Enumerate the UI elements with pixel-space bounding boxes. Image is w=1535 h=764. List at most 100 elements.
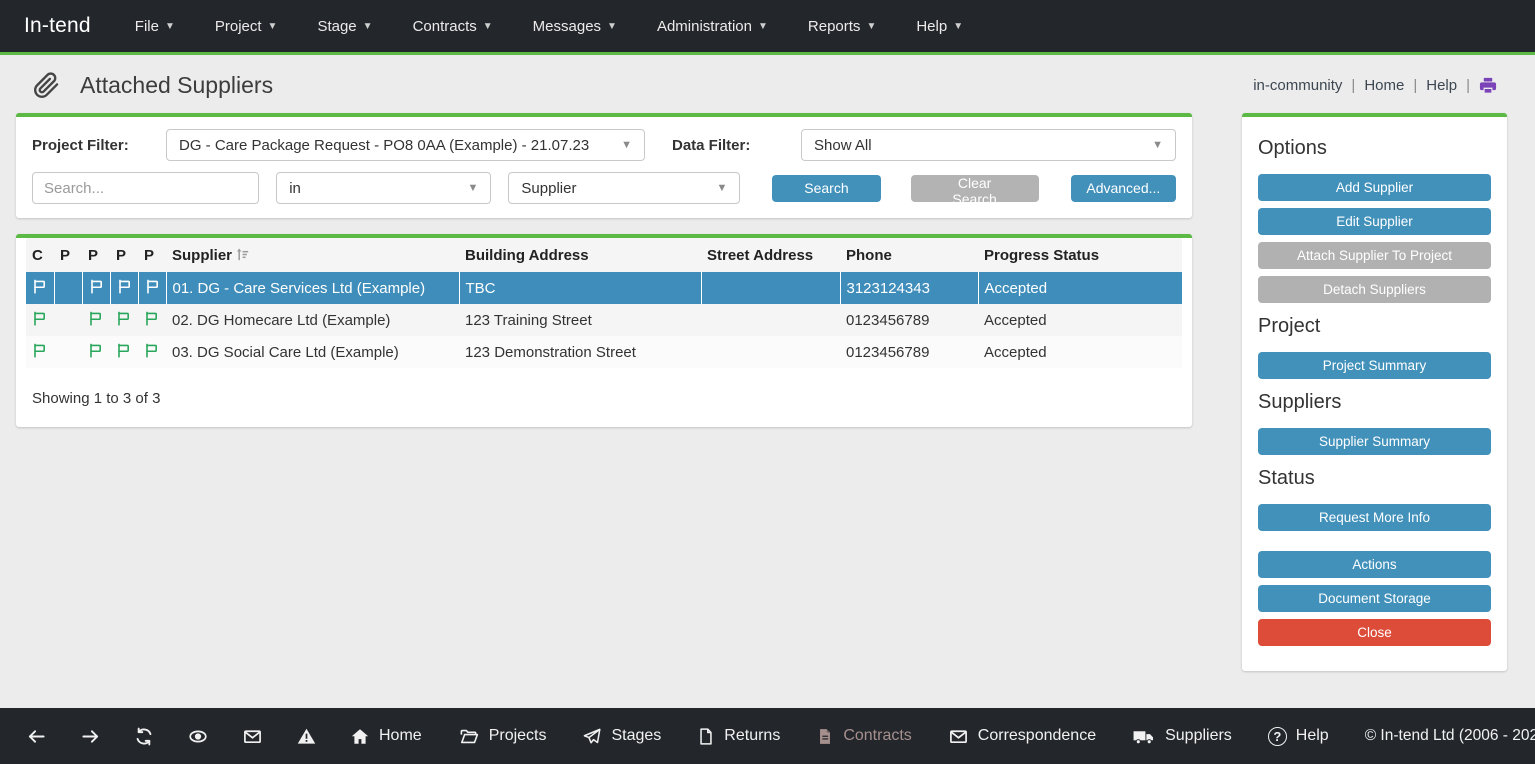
col-header-p3[interactable]: P [110, 238, 138, 272]
flag-icon[interactable] [144, 343, 159, 358]
table-row-supplier-3[interactable]: 03. DG Social Care Ltd (Example) 123 Dem… [26, 336, 1182, 368]
menu-contracts[interactable]: Contracts▼ [413, 18, 493, 35]
cell-phone: 3123124343 [840, 272, 978, 304]
cell-street-address [701, 272, 840, 304]
breadcrumb-site-link[interactable]: in-community [1253, 77, 1342, 94]
suppliers-table-panel: C P P P P Supplier Building Address Stre… [16, 234, 1192, 427]
clear-search-button[interactable]: Clear Search [911, 175, 1039, 202]
col-header-p4[interactable]: P [138, 238, 166, 272]
flag-icon[interactable] [88, 343, 103, 358]
footer-nav-stages[interactable]: Stages [582, 727, 661, 746]
footer-nav-home[interactable]: Home [350, 727, 422, 746]
add-supplier-button[interactable]: Add Supplier [1258, 174, 1491, 201]
flag-icon[interactable] [144, 311, 159, 326]
table-row-supplier-2[interactable]: 02. DG Homecare Ltd (Example) 123 Traini… [26, 304, 1182, 336]
paper-plane-icon [582, 727, 602, 746]
flag-icon[interactable] [32, 311, 47, 326]
refresh-button[interactable] [134, 727, 154, 746]
flag-icon[interactable] [32, 279, 47, 294]
footer-nav-contracts-active[interactable]: Contracts [816, 727, 911, 746]
sidebar-panel: Options Add Supplier Edit Supplier Attac… [1242, 113, 1507, 671]
chevron-down-icon: ▼ [268, 21, 278, 32]
menu-reports[interactable]: Reports▼ [808, 18, 876, 35]
footer-nav-correspondence[interactable]: Correspondence [948, 727, 1096, 746]
forward-button[interactable] [80, 727, 101, 746]
filter-panel: Project Filter: DG - Care Package Reques… [16, 113, 1192, 218]
breadcrumb-home-link[interactable]: Home [1364, 77, 1404, 94]
suppliers-table: C P P P P Supplier Building Address Stre… [26, 238, 1182, 368]
chevron-down-icon: ▼ [1152, 139, 1163, 151]
flag-icon[interactable] [32, 343, 47, 358]
chevron-down-icon: ▼ [165, 21, 175, 32]
col-header-street-address[interactable]: Street Address [701, 238, 840, 272]
document-storage-button[interactable]: Document Storage [1258, 585, 1491, 612]
edit-supplier-button[interactable]: Edit Supplier [1258, 208, 1491, 235]
brand-logo[interactable]: In-tend [24, 14, 91, 38]
detach-suppliers-button[interactable]: Detach Suppliers [1258, 276, 1491, 303]
data-filter-select[interactable]: Show All ▼ [801, 129, 1176, 161]
flag-icon[interactable] [145, 279, 160, 294]
footer-nav-help[interactable]: ?Help [1268, 727, 1329, 746]
close-button[interactable]: Close [1258, 619, 1491, 646]
search-button[interactable]: Search [772, 175, 880, 202]
flag-icon[interactable] [116, 311, 131, 326]
menu-contracts-label: Contracts [413, 18, 477, 35]
cell-street-address [701, 304, 840, 336]
menu-administration[interactable]: Administration▼ [657, 18, 768, 35]
flag-icon[interactable] [117, 279, 132, 294]
title-row: Attached Suppliers in-community | Home |… [0, 55, 1535, 113]
flag-icon[interactable] [89, 279, 104, 294]
request-more-info-button[interactable]: Request More Info [1258, 504, 1491, 531]
sort-ascending-icon [234, 247, 250, 262]
footer-nav-projects[interactable]: Projects [458, 727, 547, 746]
col-header-c[interactable]: C [26, 238, 54, 272]
search-input[interactable] [32, 172, 259, 204]
truck-icon [1132, 727, 1156, 746]
search-field-select[interactable]: Supplier ▼ [508, 172, 740, 204]
col-header-building-address[interactable]: Building Address [459, 238, 701, 272]
mail-button[interactable] [242, 727, 263, 746]
actions-button[interactable]: Actions [1258, 551, 1491, 578]
footer-nav-returns[interactable]: Returns [697, 727, 780, 746]
breadcrumb-help-link[interactable]: Help [1426, 77, 1457, 94]
print-button[interactable] [1479, 77, 1497, 94]
file-text-icon [816, 727, 834, 746]
footer-nav-label: Help [1296, 727, 1329, 745]
col-header-supplier[interactable]: Supplier [166, 238, 459, 272]
footer-nav-label: Returns [724, 727, 780, 745]
preview-button[interactable] [187, 727, 209, 746]
menu-help[interactable]: Help▼ [916, 18, 963, 35]
footer-nav-suppliers[interactable]: Suppliers [1132, 727, 1232, 746]
copyright-text: © In-tend Ltd (2006 - 2023) [1365, 727, 1535, 745]
advanced-button[interactable]: Advanced... [1071, 175, 1176, 202]
project-summary-button[interactable]: Project Summary [1258, 352, 1491, 379]
flag-icon[interactable] [116, 343, 131, 358]
cell-building-address: 123 Training Street [459, 304, 701, 336]
flag-icon[interactable] [88, 311, 103, 326]
menu-file[interactable]: File▼ [135, 18, 175, 35]
col-header-progress-status[interactable]: Progress Status [978, 238, 1182, 272]
page-title: Attached Suppliers [80, 72, 273, 99]
menu-messages[interactable]: Messages▼ [533, 18, 617, 35]
col-header-p1[interactable]: P [54, 238, 82, 272]
cell-progress-status: Accepted [978, 304, 1182, 336]
search-scope-select[interactable]: in ▼ [276, 172, 491, 204]
menu-project[interactable]: Project▼ [215, 18, 278, 35]
menu-stage[interactable]: Stage▼ [317, 18, 372, 35]
chevron-down-icon: ▼ [866, 21, 876, 32]
chevron-down-icon: ▼ [758, 21, 768, 32]
supplier-summary-button[interactable]: Supplier Summary [1258, 428, 1491, 455]
table-row-supplier-1-selected[interactable]: 01. DG - Care Services Ltd (Example) TBC… [26, 272, 1182, 304]
project-filter-select[interactable]: DG - Care Package Request - PO8 0AA (Exa… [166, 129, 645, 161]
footer-nav-label: Correspondence [978, 727, 1096, 745]
cell-phone: 0123456789 [840, 304, 978, 336]
sidebar-heading-project: Project [1258, 315, 1491, 338]
attach-supplier-to-project-button[interactable]: Attach Supplier To Project [1258, 242, 1491, 269]
back-button[interactable] [26, 727, 47, 746]
chevron-down-icon: ▼ [468, 182, 479, 194]
cell-progress-status: Accepted [978, 272, 1182, 304]
alerts-button[interactable] [296, 727, 317, 746]
col-header-p2[interactable]: P [82, 238, 110, 272]
col-header-phone[interactable]: Phone [840, 238, 978, 272]
chevron-down-icon: ▼ [621, 139, 632, 151]
